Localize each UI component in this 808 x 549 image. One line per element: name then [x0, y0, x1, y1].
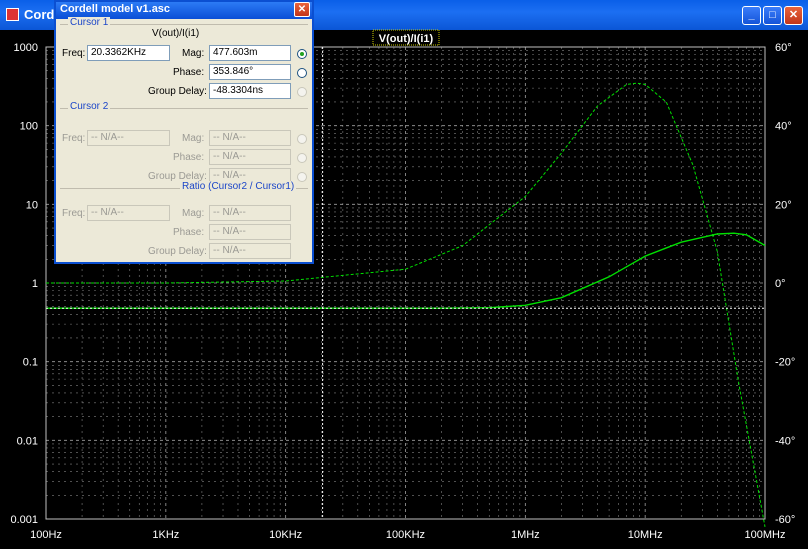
y-right-tick-label: 40° — [775, 121, 792, 133]
y-right-tick-label: 60° — [775, 42, 792, 54]
y-left-tick-label: 0.1 — [23, 357, 38, 369]
cursor1-gd-radio[interactable] — [297, 87, 307, 97]
cursor1-expression: V(out)/I(i1) — [152, 28, 200, 39]
y-left-tick-label: 1 — [32, 278, 38, 290]
cursor2-mag-field[interactable]: -- N/A-- — [209, 130, 291, 146]
cursor2-phase-label: Phase: — [173, 152, 205, 163]
cursor1-mag-radio[interactable] — [297, 49, 307, 59]
ratio-phase-field[interactable]: -- N/A-- — [209, 224, 291, 240]
y-left-tick-label: 0.01 — [17, 435, 38, 447]
cursor1-freq-field[interactable]: 20.3362KHz — [87, 45, 170, 61]
y-left-tick-label: 100 — [20, 121, 38, 133]
x-tick-label: 1MHz — [511, 529, 540, 541]
y-left-tick-label: 1000 — [14, 42, 38, 54]
cursor2-mag-label: Mag: — [182, 133, 205, 144]
cursor1-phase-radio[interactable] — [297, 68, 307, 78]
cursor2-phase-field[interactable]: -- N/A-- — [209, 149, 291, 165]
cursor1-group-label: Cursor 1 — [68, 17, 111, 28]
cursor2-gd-radio[interactable] — [297, 172, 307, 182]
y-right-tick-label: 20° — [775, 199, 792, 211]
dialog-title: Cordell model v1.asc — [60, 3, 171, 15]
ratio-gd-label: Group Delay: — [148, 246, 207, 257]
cursor2-group-label: Cursor 2 — [68, 101, 111, 112]
dialog-close-button[interactable]: ✕ — [294, 2, 310, 17]
cursor1-gd-label: Group Delay: — [148, 86, 207, 97]
ratio-mag-field[interactable]: -- N/A-- — [209, 205, 291, 221]
x-tick-label: 100KHz — [386, 529, 425, 541]
ratio-group-label: Ratio (Cursor2 / Cursor1) — [180, 181, 297, 192]
cursor2-mag-radio[interactable] — [297, 134, 307, 144]
ratio-mag-label: Mag: — [182, 208, 205, 219]
x-tick-label: 10MHz — [628, 529, 663, 541]
cursor-dialog[interactable]: Cordell model v1.asc ✕ Cursor 1 V(out)/I… — [54, 0, 314, 264]
y-right-tick-label: 0° — [775, 278, 786, 290]
ratio-freq-field[interactable]: -- N/A-- — [87, 205, 170, 221]
x-tick-label: 10KHz — [269, 529, 302, 541]
y-left-tick-label: 10 — [26, 199, 38, 211]
x-tick-label: 1KHz — [152, 529, 179, 541]
trace-label: V(out)/I(i1) — [379, 33, 434, 45]
cursor1-mag-field[interactable]: 477.603m — [209, 45, 291, 61]
y-right-tick-label: -20° — [775, 357, 795, 369]
x-tick-label: 100Hz — [30, 529, 62, 541]
cursor1-gd-field[interactable]: -48.3304ns — [209, 83, 291, 99]
ratio-freq-label: Freq: — [62, 208, 86, 219]
cursor1-freq-label: Freq: — [62, 48, 86, 59]
ratio-phase-label: Phase: — [173, 227, 205, 238]
ratio-gd-field[interactable]: -- N/A-- — [209, 243, 291, 259]
cursor2-phase-radio[interactable] — [297, 153, 307, 163]
x-tick-label: 100MHz — [745, 529, 786, 541]
y-right-tick-label: -60° — [775, 514, 795, 526]
cursor1-phase-label: Phase: — [173, 67, 205, 78]
cursor2-freq-label: Freq: — [62, 133, 86, 144]
y-left-tick-label: 0.001 — [10, 514, 38, 526]
cursor1-mag-label: Mag: — [182, 48, 205, 59]
cursor1-phase-field[interactable]: 353.846° — [209, 64, 291, 80]
cursor2-freq-field[interactable]: -- N/A-- — [87, 130, 170, 146]
y-right-tick-label: -40° — [775, 435, 795, 447]
